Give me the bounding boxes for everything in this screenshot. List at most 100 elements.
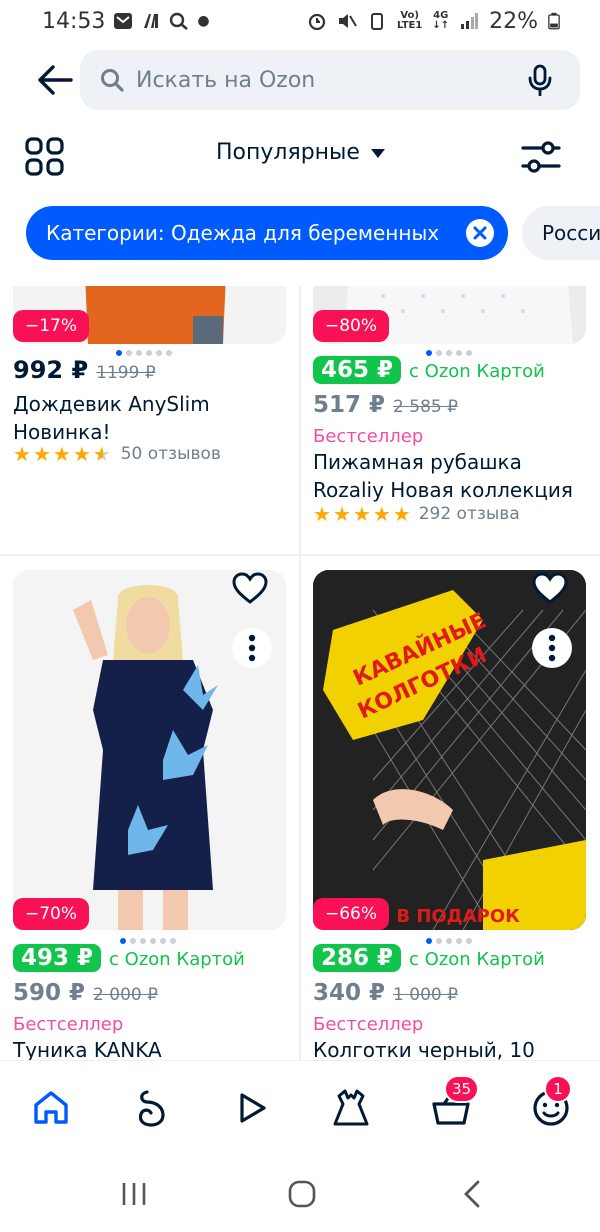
search-header [0,50,600,110]
network-type: 4G ↓↑ [432,10,450,31]
recycle-icon [371,13,383,30]
close-icon [473,226,487,240]
product-title[interactable]: Пижамная рубашка Rozaliy Новая коллекция [313,448,593,504]
chip-remove-button[interactable] [466,219,494,247]
dot-icon: ● [197,13,210,29]
ozon-card-label: с Ozon Картой [109,949,245,970]
nav-cart[interactable]: 35 [426,1075,480,1133]
pager-dot [166,350,172,356]
discount-badge: −17% [13,310,90,342]
pager-dot [156,350,162,356]
product-image[interactable] [13,570,286,930]
old-price: 1 000 ₽ [393,985,458,1005]
search-icon [101,69,124,92]
price: 517 ₽ [313,392,386,418]
nav-home[interactable] [26,1083,76,1133]
product-title[interactable]: Туника KANKA [13,1036,293,1060]
country-chip-label: Россия [542,221,600,245]
ozon-card-price: 286 ₽ [313,944,402,972]
heart-icon [232,572,268,604]
grid-icon [25,137,64,176]
nav-fashion[interactable] [326,1083,376,1133]
card-price-row: 493 ₽ с Ozon Картой [13,944,245,972]
nav-video[interactable] [226,1083,276,1133]
old-price: 2 000 ₽ [93,985,158,1005]
profile-notification-badge: 1 [544,1075,572,1103]
promo-text-3: И В ПОДАРОК [375,906,520,927]
bottom-navigation: 35 1 [0,1060,600,1156]
tights-image: КАВАЙНЫЕ КОЛГОТКИ И В ПОДАРОК [313,570,586,930]
reviews-count: 292 отзыва [418,504,520,524]
swirl-icon [138,1090,165,1127]
favorite-button[interactable] [528,566,572,610]
product-card[interactable]: −70% 493 ₽ с Ozon Картой 590 ₽ 2 000 ₽ Б… [0,556,300,1060]
filter-sliders-icon [521,141,561,173]
network-type-label: 4G [433,10,449,21]
sort-toolbar: Популярные [0,128,600,186]
status-bar: 14:53 ● Vo) LTE1 4G ↓↑ 22% [0,0,600,42]
discount-badge: −80% [313,310,390,342]
network-bottom-label: LTE1 [397,20,423,31]
caret-down-icon [370,148,385,158]
battery-percent: 22% [489,8,538,34]
product-card[interactable]: −80% 465 ₽ с Ozon Картой 517 ₽ 2 585 ₽ Б… [300,286,600,554]
bestseller-badge: Бестселлер [313,426,424,447]
star-icon: ★ [392,502,411,526]
tunic-image [13,570,286,930]
dress-icon [333,1089,369,1126]
star-icon: ★ [72,442,91,466]
star-icon: ★ [313,502,331,526]
recent-apps-button[interactable] [114,1176,154,1212]
search-bar[interactable] [80,50,580,110]
star-icon: ★ [372,502,391,526]
product-card[interactable]: КАВАЙНЫЕ КОЛГОТКИ И В ПОДАРОК −66% 286 ₽… [300,556,600,1060]
search-input[interactable] [136,67,496,93]
search-status-icon [170,12,189,30]
card-price-row: 286 ₽ с Ozon Картой [313,944,545,972]
signal-icon [461,13,479,29]
nav-fresh[interactable] [126,1083,176,1133]
reviews-count: 50 отзывов [120,444,221,464]
country-chip[interactable]: Россия [522,206,600,260]
product-title[interactable]: Колготки черный, 10 [313,1036,593,1060]
half-star-icon: ★ [92,442,111,466]
more-options-button[interactable] [232,628,272,668]
product-card[interactable]: −17% 992 ₽ 1199 ₽ Дождевик AnySlim Новин… [0,286,300,554]
ozon-card-price: 465 ₽ [313,356,402,384]
product-image[interactable]: КАВАЙНЫЕ КОЛГОТКИ И В ПОДАРОК [313,570,586,930]
system-home-button[interactable] [282,1176,322,1212]
bestseller-badge: Бестселлер [13,1014,124,1035]
grid-view-toggle[interactable] [24,136,66,178]
system-back-button[interactable] [452,1176,492,1212]
star-icon: ★ [13,442,31,466]
old-price: 2 585 ₽ [393,397,458,417]
card-price-row: 465 ₽ с Ozon Картой [313,356,545,384]
microphone-icon [528,64,552,96]
status-time: 14:53 [42,8,106,34]
bestseller-badge: Бестселлер [313,1014,424,1035]
rating: ★ ★ ★ ★ ★ 50 отзывов [13,444,221,464]
favorite-button[interactable] [228,566,272,610]
price-row: 992 ₽ 1199 ₽ [13,356,156,384]
product-grid: −17% 992 ₽ 1199 ₽ Дождевик AnySlim Новин… [0,286,600,1060]
more-options-button[interactable] [532,628,572,668]
play-icon [240,1093,266,1123]
product-title[interactable]: Дождевик AnySlim Новинка! [13,390,253,446]
nav-profile[interactable]: 1 [526,1075,576,1133]
star-icon: ★ [352,502,371,526]
filter-button[interactable] [520,136,562,178]
price-row: 590 ₽ 2 000 ₽ [13,980,158,1006]
price-row: 340 ₽ 1 000 ₽ [313,980,458,1006]
network-indicator: Vo) LTE1 [397,11,422,31]
battery-icon [548,12,560,30]
price-row: 517 ₽ 2 585 ₽ [313,392,458,418]
star-icon: ★ [332,502,351,526]
category-chip[interactable]: Категории: Одежда для беременных [26,206,508,260]
sort-dropdown[interactable]: Популярные [216,140,386,165]
mute-icon [339,14,357,28]
mail-icon [114,13,133,29]
voice-search-button[interactable] [524,64,556,96]
discount-badge: −66% [313,898,390,930]
home-icon [34,1091,68,1124]
star-icon: ★ [52,442,71,466]
